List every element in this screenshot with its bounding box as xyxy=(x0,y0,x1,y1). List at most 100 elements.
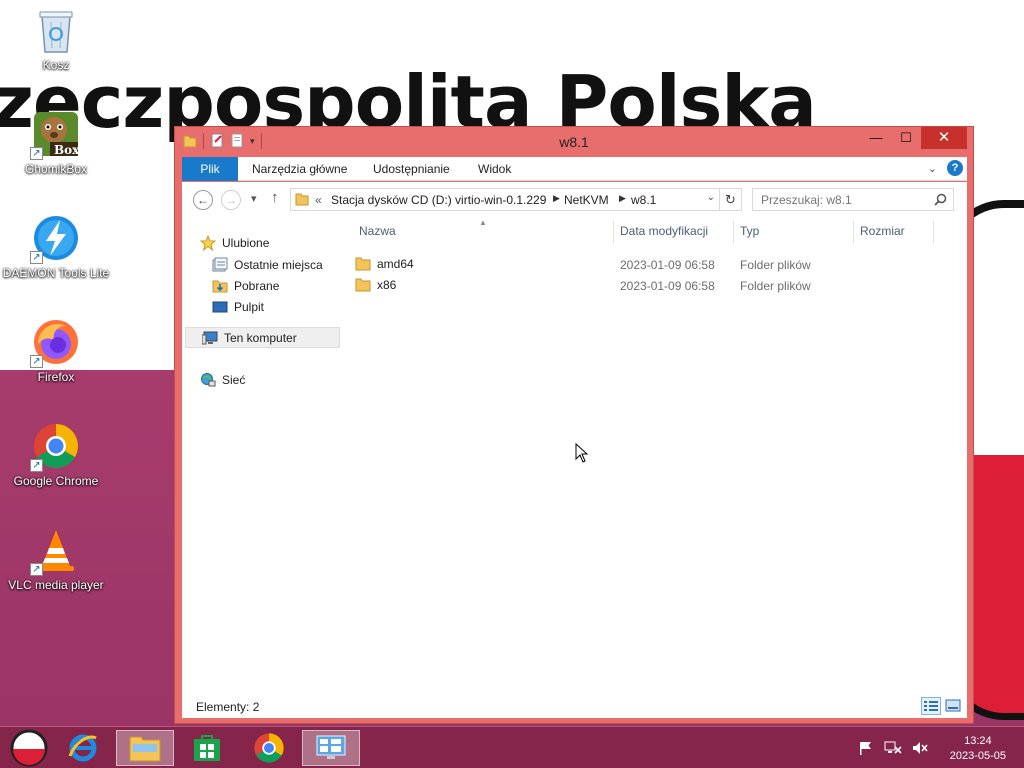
column-type[interactable]: Typ xyxy=(740,224,759,242)
details-view-button[interactable] xyxy=(921,697,941,715)
nav-label: Ulubione xyxy=(222,235,270,250)
window-controls: — ☐ ✕ xyxy=(861,127,967,149)
details-view-icon xyxy=(924,701,938,711)
address-bar[interactable]: « Stacja dysków CD (D:) virtio-win-0.1.2… xyxy=(290,188,742,211)
back-button[interactable]: ← xyxy=(193,190,213,210)
nav-favorites[interactable]: Ulubione xyxy=(199,232,270,253)
address-dropdown-chevron-icon[interactable]: ⌄ xyxy=(707,192,715,203)
taskbar-internet-explorer[interactable] xyxy=(54,730,112,766)
recent-locations-chevron-icon[interactable]: ▾ xyxy=(251,192,257,205)
column-separator[interactable] xyxy=(853,220,854,244)
file-row[interactable]: amd64 2023-01-09 06:58 Folder plików xyxy=(347,254,957,275)
folder-icon xyxy=(295,193,309,206)
tab-file[interactable]: Plik xyxy=(182,157,238,181)
breadcrumb-netkvm[interactable]: NetKVM xyxy=(564,193,609,207)
mouse-cursor-icon xyxy=(575,443,589,463)
file-explorer-icon xyxy=(129,736,161,762)
title-bar[interactable]: ▾ w8.1 — ☐ ✕ xyxy=(175,127,973,157)
gnomikbox-badge: Box xyxy=(54,143,80,157)
maximize-button[interactable]: ☐ xyxy=(891,127,921,149)
taskbar-control-panel[interactable] xyxy=(302,730,360,766)
computer-icon xyxy=(201,330,218,346)
ribbon-tabs: Plik Narzędzia główne Udostępnianie Wido… xyxy=(182,157,967,181)
nav-network[interactable]: Sieć xyxy=(200,369,245,390)
daemon-tools-icon: ↗ xyxy=(30,214,80,264)
folder-icon xyxy=(355,278,371,292)
file-date: 2023-01-09 06:58 xyxy=(620,258,715,272)
chrome-icon: ↗ xyxy=(30,422,80,472)
navigation-bar: ← → ▾ ↑ « Stacja dysków CD (D:) virtio-w… xyxy=(182,182,967,216)
refresh-icon[interactable]: ↻ xyxy=(719,189,741,210)
column-date-modified[interactable]: Data modyfikacji xyxy=(620,224,708,242)
tab-home[interactable]: Narzędzia główne xyxy=(252,157,347,181)
tab-view[interactable]: Widok xyxy=(478,157,511,181)
tab-share[interactable]: Udostępnianie xyxy=(373,157,450,181)
network-disconnected-icon[interactable] xyxy=(884,741,902,755)
folder-icon xyxy=(355,257,371,271)
large-icons-view-button[interactable] xyxy=(943,697,963,715)
file-list: ▲ Nazwa Data modyfikacji Typ Rozmiar amd… xyxy=(347,216,967,694)
search-box xyxy=(752,188,954,211)
start-poland-icon xyxy=(10,729,48,767)
nav-this-pc[interactable]: Ten komputer xyxy=(185,327,340,348)
content-area: Ulubione Ostatnie miejsca Pobrane Pulpit… xyxy=(182,216,967,694)
close-button[interactable]: ✕ xyxy=(921,127,967,149)
desktop-icon-label: GhomikBox xyxy=(24,162,88,176)
nav-downloads[interactable]: Pobrane xyxy=(212,275,279,296)
desktop-icon-recycle-bin[interactable]: Kosz xyxy=(2,6,110,72)
gnomikbox-icon: Box ↗ xyxy=(30,110,80,160)
forward-button[interactable]: → xyxy=(221,190,241,210)
volume-muted-icon[interactable] xyxy=(912,741,928,755)
column-name[interactable]: Nazwa xyxy=(359,224,396,242)
nav-label: Ostatnie miejsca xyxy=(234,257,323,272)
desktop-icon-daemon-tools[interactable]: ↗ DAEMON Tools Lite xyxy=(2,214,110,280)
breadcrumb-w81[interactable]: w8.1 xyxy=(631,193,656,207)
desktop-icon-chrome[interactable]: ↗ Google Chrome xyxy=(2,422,110,488)
breadcrumb-arrow-icon[interactable]: ▶ xyxy=(619,193,626,204)
system-clock[interactable]: 13:24 2023-05-05 xyxy=(950,734,1006,764)
nav-desktop[interactable]: Pulpit xyxy=(212,296,264,317)
file-type: Folder plików xyxy=(740,258,811,272)
desktop-icon-label: DAEMON Tools Lite xyxy=(2,266,110,280)
column-separator[interactable] xyxy=(933,220,934,244)
help-icon[interactable]: ? xyxy=(947,160,963,176)
sort-ascending-icon: ▲ xyxy=(479,218,487,227)
file-row[interactable]: x86 2023-01-09 06:58 Folder plików xyxy=(347,275,957,296)
taskbar-store[interactable] xyxy=(178,730,236,766)
action-center-flag-icon[interactable] xyxy=(858,741,874,755)
nav-recent-places[interactable]: Ostatnie miejsca xyxy=(212,254,323,275)
status-bar: Elementy: 2 xyxy=(182,694,967,718)
breadcrumb-drive[interactable]: Stacja dysków CD (D:) virtio-win-0.1.229 xyxy=(331,193,546,207)
recycle-bin-icon xyxy=(36,6,76,54)
start-button[interactable] xyxy=(0,729,58,767)
navigation-pane: Ulubione Ostatnie miejsca Pobrane Pulpit… xyxy=(182,216,347,694)
column-separator[interactable] xyxy=(733,220,734,244)
file-name: x86 xyxy=(377,278,397,292)
breadcrumb-overflow[interactable]: « xyxy=(315,193,322,207)
file-type: Folder plików xyxy=(740,279,811,293)
up-arrow-icon[interactable]: ↑ xyxy=(271,189,279,206)
internet-explorer-icon xyxy=(68,734,97,762)
shortcut-arrow-icon: ↗ xyxy=(30,355,43,368)
taskbar-chrome[interactable] xyxy=(240,730,298,766)
search-input[interactable] xyxy=(753,189,929,210)
clock-date: 2023-05-05 xyxy=(949,750,1006,762)
system-tray xyxy=(858,741,928,755)
large-icons-view-icon xyxy=(945,699,961,712)
desktop-icon-vlc[interactable]: ↗ VLC media player xyxy=(2,526,110,592)
desktop-icon-gnomikbox[interactable]: Box ↗ GhomikBox xyxy=(2,110,110,176)
search-icon[interactable] xyxy=(934,193,947,206)
desktop-icon-label: Kosz xyxy=(42,58,70,72)
desktop-icon-firefox[interactable]: ↗ Firefox xyxy=(2,318,110,384)
taskbar-file-explorer[interactable] xyxy=(116,730,174,766)
desktop-icon-label: Google Chrome xyxy=(13,474,99,488)
expand-ribbon-chevron-icon[interactable]: ⌄ xyxy=(928,162,937,175)
explorer-window: ▾ w8.1 — ☐ ✕ Plik Narzędzia główne Udost… xyxy=(174,126,974,724)
minimize-button[interactable]: — xyxy=(861,127,891,149)
breadcrumb-arrow-icon[interactable]: ▶ xyxy=(553,193,560,204)
nav-label: Pobrane xyxy=(234,278,280,293)
column-size[interactable]: Rozmiar xyxy=(860,224,905,242)
column-separator[interactable] xyxy=(613,220,614,244)
firefox-icon: ↗ xyxy=(30,318,80,368)
desktop-icon xyxy=(212,299,228,315)
